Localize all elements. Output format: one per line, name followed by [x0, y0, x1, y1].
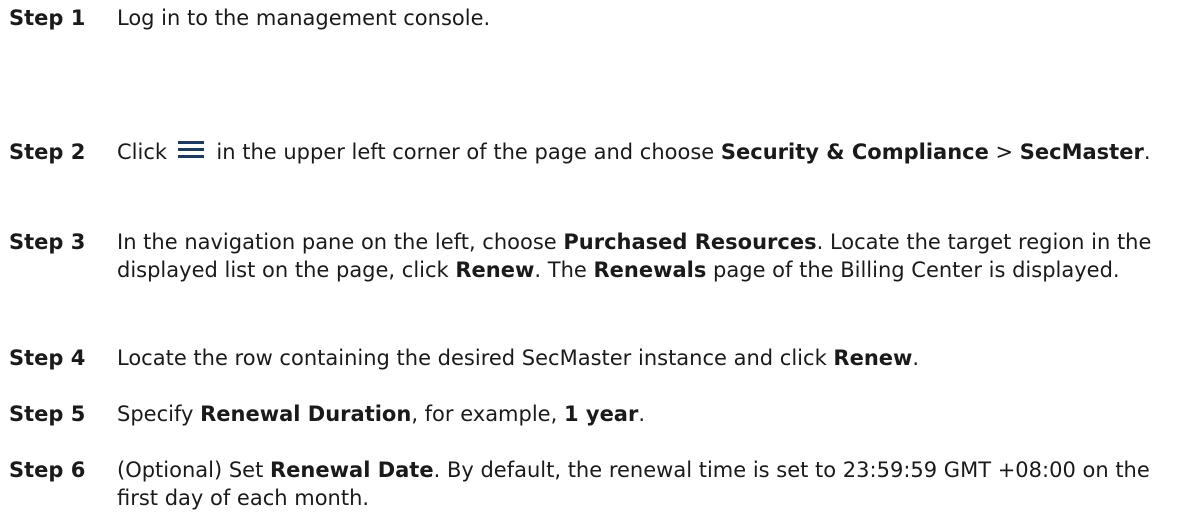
text-run: Locate the row containing the desired Se…: [117, 346, 834, 370]
bold-term: Renew: [833, 346, 913, 370]
step-text: In the navigation pane on the left, choo…: [117, 228, 1167, 284]
bold-term: Renew: [455, 258, 535, 282]
text-run: Log in to the management console.: [117, 6, 491, 30]
text-run: >: [988, 140, 1020, 164]
document-page: Step 1 Log in to the management console.…: [0, 0, 1178, 510]
bold-term: 1 year: [563, 402, 639, 426]
bold-term: Renewal Date: [270, 458, 434, 482]
text-run: Click: [117, 140, 174, 164]
menu-icon: [177, 139, 204, 161]
step-label: Step 2: [9, 140, 86, 164]
text-run: In the navigation pane on the left, choo…: [117, 230, 564, 254]
text-run: page of the Billing Center is displayed.: [706, 258, 1120, 282]
step-label: Step 4: [9, 346, 86, 370]
text-run: Specify: [117, 402, 201, 426]
step-label: Step 5: [9, 402, 86, 426]
step-text: Specify Renewal Duration, for example, 1…: [117, 400, 1167, 428]
bold-term: Renewal Duration: [200, 402, 412, 426]
step-label: Step 1: [9, 6, 86, 30]
step-text: Log in to the management console.: [117, 4, 1167, 32]
bold-term: Renewals: [593, 258, 707, 282]
bold-term: Purchased Resources: [563, 230, 817, 254]
text-run: . The: [534, 258, 594, 282]
text-run: in the upper left corner of the page and…: [209, 140, 721, 164]
bold-term: Security & Compliance: [720, 140, 989, 164]
step-label: Step 3: [9, 230, 86, 254]
text-run: .: [638, 402, 646, 426]
step-text: (Optional) Set Renewal Date. By default,…: [117, 456, 1167, 512]
text-run: .: [1143, 140, 1151, 164]
text-run: , for example,: [411, 402, 564, 426]
step-label: Step 6: [9, 458, 86, 482]
step-text: Locate the row containing the desired Se…: [117, 344, 1167, 372]
text-run: .: [912, 346, 920, 370]
text-run: (Optional) Set: [117, 458, 271, 482]
bold-term: SecMaster: [1019, 140, 1144, 164]
step-text: Click in the upper left corner of the pa…: [117, 138, 1167, 166]
